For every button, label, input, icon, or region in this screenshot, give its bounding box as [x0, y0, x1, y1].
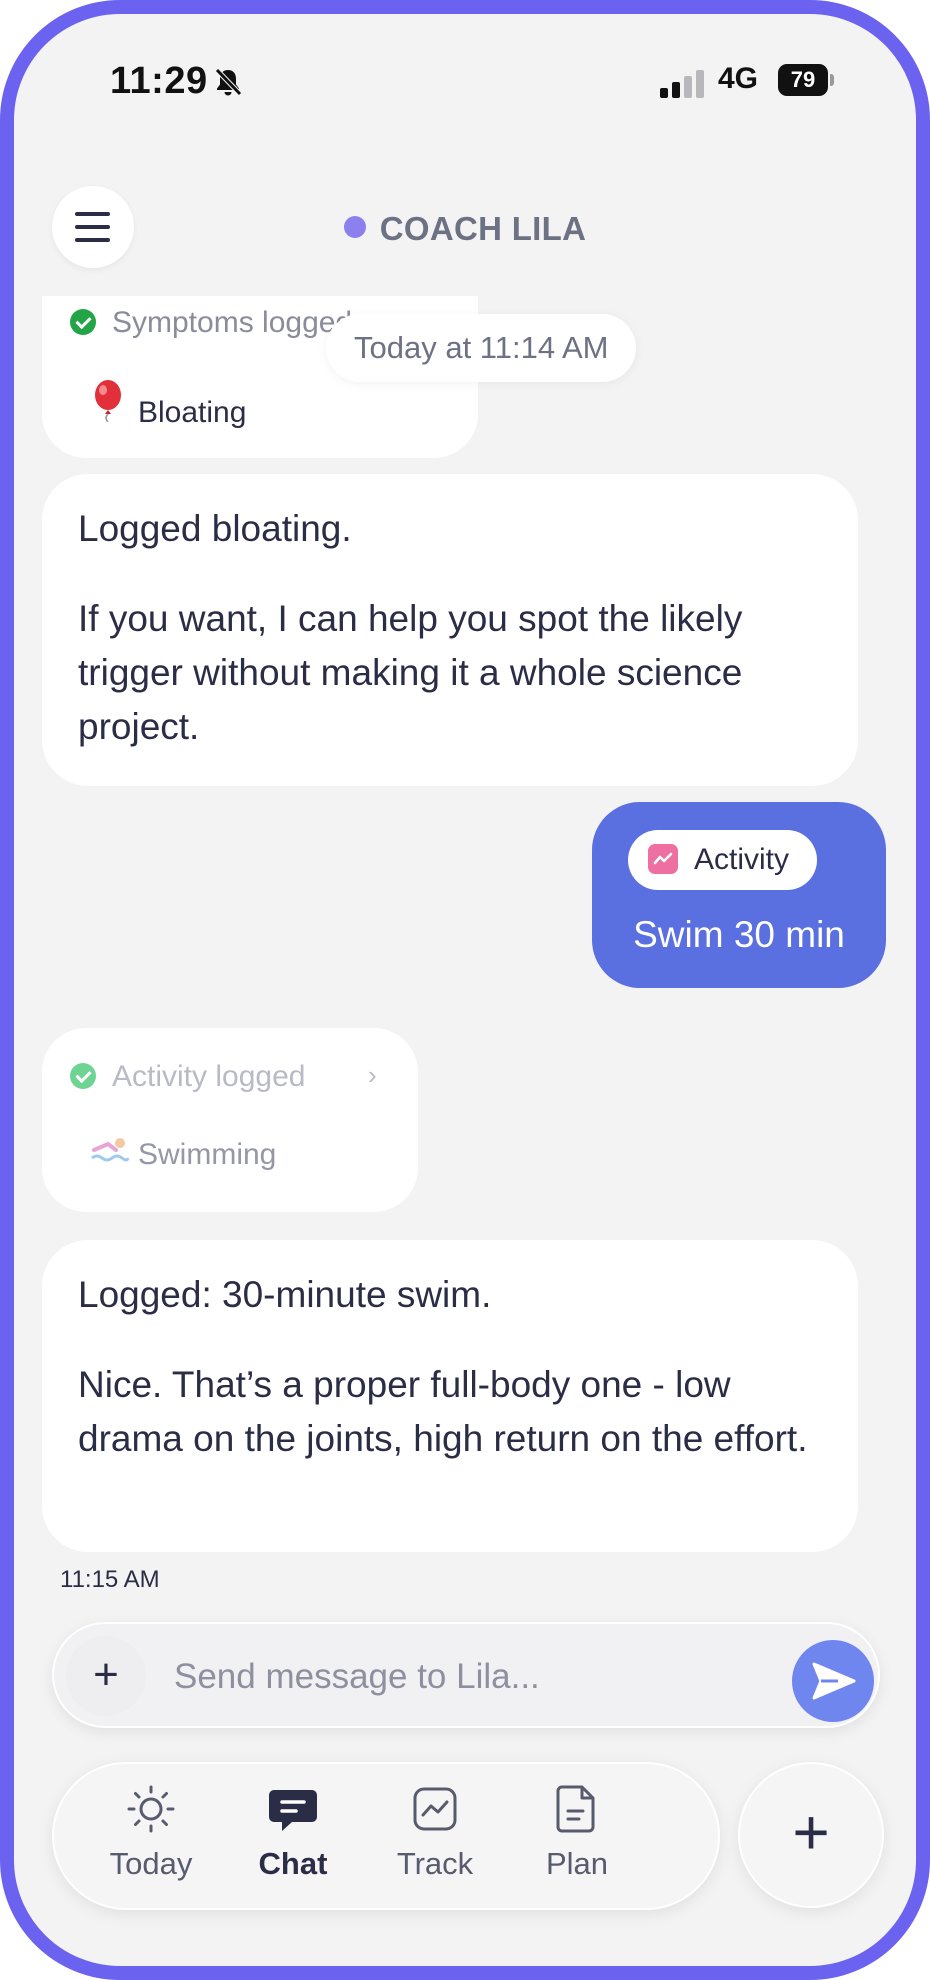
tab-chat[interactable]: Chat [228, 1782, 358, 1882]
chevron-right-icon: › [368, 1060, 377, 1090]
activity-chip[interactable]: Activity [628, 830, 818, 890]
chat-icon [269, 1790, 317, 1831]
attach-button[interactable]: + [66, 1636, 146, 1716]
coach-message-text: Nice. That’s a proper full-body one - lo… [78, 1364, 808, 1459]
tab-today-label: Today [109, 1846, 193, 1881]
tab-plan[interactable]: Plan [512, 1782, 642, 1882]
coach-message: Logged bloating. If you want, I can help… [42, 474, 858, 786]
phone-frame: 11:29 4G 79 COACH LILA Symptoms logged ›… [0, 0, 930, 1980]
signal-icon [660, 70, 704, 98]
check-icon [70, 309, 96, 335]
activity-chart-icon [648, 844, 678, 874]
send-button[interactable] [792, 1640, 874, 1722]
add-button[interactable]: + [738, 1762, 884, 1908]
swimmer-icon [90, 1134, 130, 1172]
tab-chat-label: Chat [258, 1846, 328, 1881]
balloon-icon [90, 380, 126, 430]
activity-item: Swimming [90, 1134, 276, 1172]
tab-track[interactable]: Track [370, 1782, 500, 1882]
activity-chip-label: Activity [694, 843, 790, 876]
online-dot-icon [343, 216, 366, 238]
bell-muted-icon [215, 68, 242, 96]
user-message-text: Swim 30 min [633, 914, 845, 955]
symptoms-status: Symptoms logged [70, 306, 352, 340]
check-icon [70, 1063, 96, 1089]
document-icon [556, 1785, 595, 1833]
timestamp-pill: Today at 11:14 AM [326, 314, 637, 382]
screen: 11:29 4G 79 COACH LILA Symptoms logged ›… [14, 14, 916, 1966]
message-composer: + [52, 1622, 880, 1728]
activity-status-text: Activity logged [112, 1060, 306, 1093]
page-title-text: COACH LILA [379, 210, 587, 247]
symptom-item: Bloating [90, 380, 246, 430]
coach-message-text: Logged: 30-minute swim. [78, 1274, 492, 1315]
activity-item-label: Swimming [138, 1138, 277, 1171]
symptoms-status-text: Symptoms logged [112, 306, 353, 339]
message-time: 11:15 AM [60, 1566, 160, 1593]
coach-message: Logged: 30-minute swim. Nice. That’s a p… [42, 1240, 858, 1552]
tab-track-label: Track [396, 1846, 474, 1881]
symptom-item-label: Bloating [138, 396, 247, 429]
tab-plan-label: Plan [545, 1846, 609, 1881]
tab-today[interactable]: Today [86, 1782, 216, 1882]
battery-icon: 79 [778, 64, 828, 96]
message-input[interactable] [172, 1646, 736, 1708]
activity-logged-card[interactable]: Activity logged › Swimming [42, 1028, 418, 1212]
chart-icon [413, 1787, 457, 1831]
status-time: 11:29 [110, 60, 208, 102]
plus-icon: + [792, 1796, 830, 1868]
coach-message-text: If you want, I can help you spot the lik… [78, 598, 743, 747]
activity-status: Activity logged [70, 1060, 305, 1094]
network-type: 4G [718, 62, 759, 95]
sun-icon [127, 1785, 175, 1833]
tab-bar: Today Chat Track Plan [52, 1762, 720, 1910]
coach-message-text: Logged bloating. [78, 508, 352, 549]
send-icon [812, 1662, 856, 1700]
user-message-bubble: Activity Swim 30 min [592, 802, 886, 988]
page-title: COACH LILA [14, 210, 916, 248]
battery-nub [830, 74, 834, 86]
